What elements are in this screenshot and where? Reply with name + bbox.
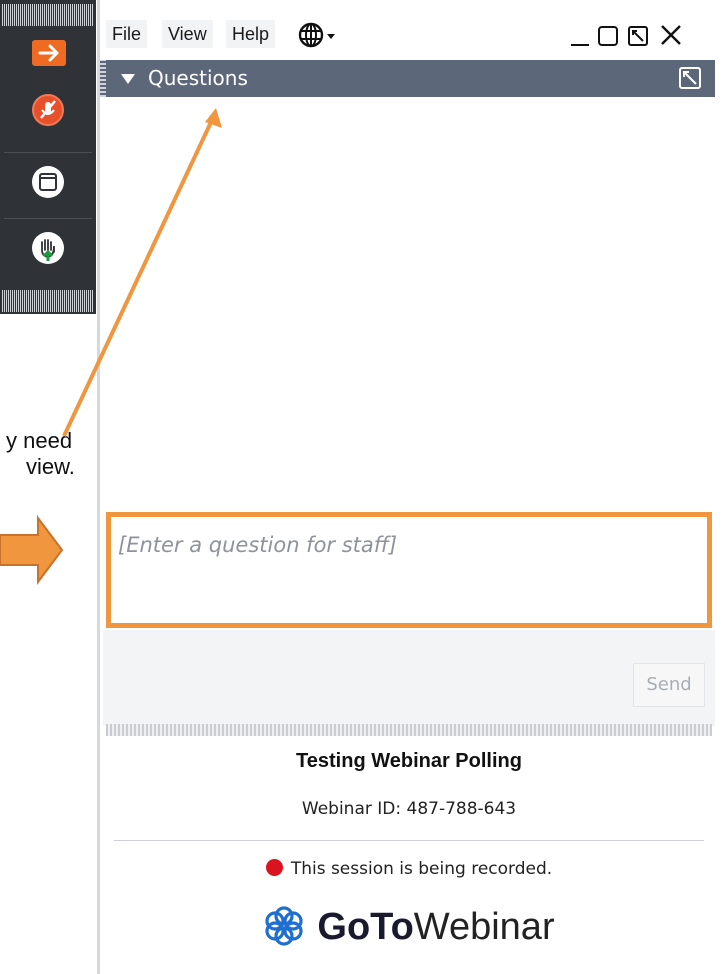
pointer-arrow-line [62, 119, 214, 437]
annotation-overlay [0, 108, 222, 585]
block-arrow-icon [0, 515, 64, 585]
